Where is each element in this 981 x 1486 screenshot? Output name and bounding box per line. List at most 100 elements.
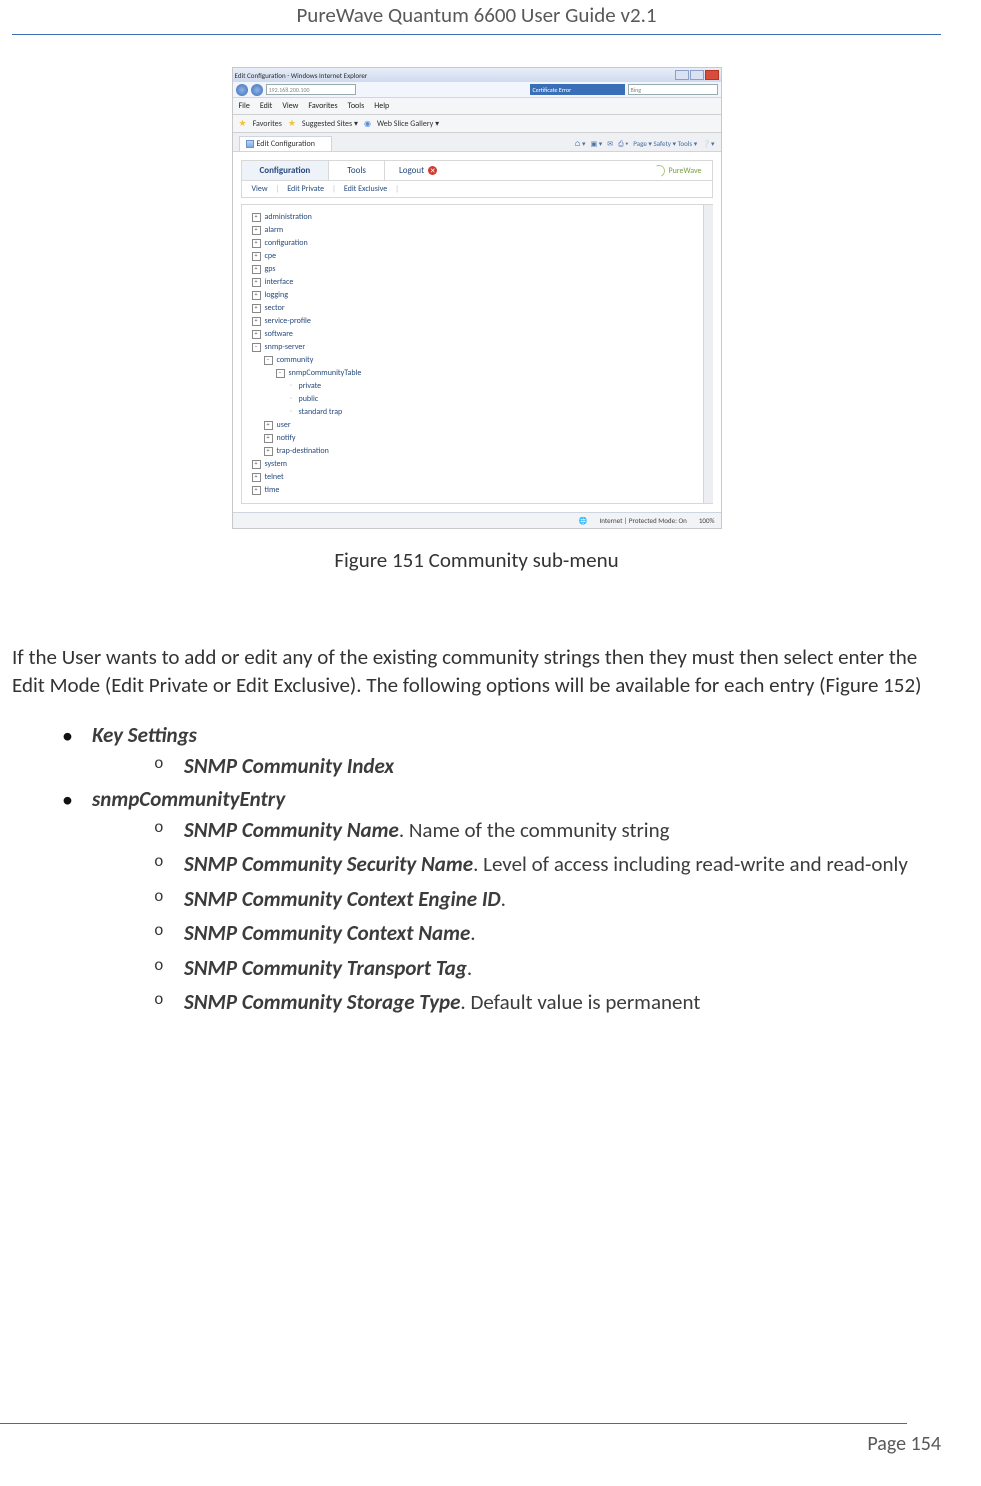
- mode-edit-exclusive[interactable]: Edit Exclusive: [344, 184, 387, 194]
- tree-time[interactable]: time: [252, 484, 708, 497]
- sub-transport-tag: SNMP Community Transport Tag.: [154, 954, 941, 983]
- print-icon[interactable]: ⎙ ▾: [618, 139, 628, 149]
- tree-administration[interactable]: administration: [252, 211, 708, 224]
- view-mode-bar: View| Edit Private| Edit Exclusive|: [241, 181, 713, 198]
- mail-icon[interactable]: ✉: [607, 139, 613, 148]
- menu-tools[interactable]: Tools: [348, 101, 365, 111]
- sub-storage-type: SNMP Community Storage Type. Default val…: [154, 988, 941, 1017]
- config-tree: administration alarm configuration cpe g…: [246, 211, 708, 497]
- footer-rule: [0, 1423, 907, 1424]
- webslice-link[interactable]: Web Slice Gallery ▾: [377, 119, 439, 129]
- mode-edit-private[interactable]: Edit Private: [287, 184, 324, 194]
- home-icon[interactable]: ⌂ ▾: [574, 139, 585, 148]
- menu-edit[interactable]: Edit: [260, 101, 273, 111]
- toolbar-text[interactable]: Page ▾ Safety ▾ Tools ▾: [633, 139, 697, 148]
- tree-logging[interactable]: logging: [252, 289, 708, 302]
- tree-snmpcommunitytable[interactable]: snmpCommunityTable private public standa…: [276, 367, 708, 419]
- community-index-term: SNMP Community Index: [184, 753, 394, 779]
- tree-telnet[interactable]: telnet: [252, 471, 708, 484]
- globe-icon: ◉: [364, 119, 371, 129]
- tree-system[interactable]: system: [252, 458, 708, 471]
- status-bar: 🌐 Internet | Protected Mode: On 100%: [233, 512, 721, 528]
- star-icon[interactable]: ★: [239, 118, 247, 129]
- tree-cpe[interactable]: cpe: [252, 250, 708, 263]
- window-buttons: [675, 70, 719, 80]
- cert-error-badge[interactable]: Certificate Error: [530, 84, 625, 95]
- tab-bar: Edit Configuration ⌂ ▾ ▣ ▾ ✉ ⎙ ▾ Page ▾ …: [233, 133, 721, 152]
- tree-gps[interactable]: gps: [252, 263, 708, 276]
- menu-view[interactable]: View: [282, 101, 298, 111]
- address-input[interactable]: 192.168.200.100: [266, 84, 356, 95]
- storage-type-desc: . Default value is permanent: [460, 989, 700, 1015]
- forward-icon[interactable]: [251, 84, 263, 96]
- options-list: Key Settings SNMP Community Index snmpCo…: [12, 722, 941, 1018]
- menubar: File Edit View Favorites Tools Help: [233, 98, 721, 115]
- sub-security-name: SNMP Community Security Name. Level of a…: [154, 850, 941, 879]
- maximize-button[interactable]: [690, 70, 704, 80]
- feed-icon[interactable]: ▣ ▾: [591, 139, 603, 148]
- address-row: 192.168.200.100 Certificate Error Bing: [233, 82, 721, 98]
- zoom-label[interactable]: 100%: [699, 516, 715, 525]
- tree-private[interactable]: private: [288, 380, 708, 393]
- mode-view[interactable]: View: [252, 184, 268, 194]
- search-input[interactable]: Bing: [628, 84, 718, 95]
- transport-tag-desc: .: [467, 955, 472, 981]
- tree-configuration[interactable]: configuration: [252, 237, 708, 250]
- figure-caption: Figure 151 Community sub-menu: [12, 547, 941, 573]
- header-rule: [12, 34, 941, 35]
- transport-tag-term: SNMP Community Transport Tag: [184, 955, 467, 981]
- sub-community-index: SNMP Community Index: [154, 752, 941, 781]
- tree-snmpcommunitytable-label: snmpCommunityTable: [289, 368, 362, 378]
- tree-snmp-server[interactable]: snmp-server community snmpCommunityTable…: [252, 341, 708, 458]
- window-title: Edit Configuration - Windows Internet Ex…: [235, 71, 368, 80]
- tree-notify[interactable]: notify: [264, 432, 708, 445]
- scrollbar[interactable]: [703, 205, 713, 503]
- tree-interface[interactable]: interface: [252, 276, 708, 289]
- app-tabbar: Configuration Tools Logout ✕ PureWave: [241, 160, 713, 181]
- tree-public[interactable]: public: [288, 393, 708, 406]
- tree-trap-destination[interactable]: trap-destination: [264, 445, 708, 458]
- menu-file[interactable]: File: [239, 101, 250, 111]
- storage-type-term: SNMP Community Storage Type: [184, 989, 460, 1015]
- menu-help[interactable]: Help: [374, 101, 389, 111]
- close-button[interactable]: [705, 70, 719, 80]
- context-engine-id-desc: .: [501, 886, 506, 912]
- page-number: Page 154: [867, 1432, 941, 1456]
- item-snmpcommunityentry: snmpCommunityEntry SNMP Community Name. …: [62, 786, 941, 1017]
- sub-community-name: SNMP Community Name. Name of the communi…: [154, 816, 941, 845]
- tree-alarm[interactable]: alarm: [252, 224, 708, 237]
- intro-paragraph: If the User wants to add or edit any of …: [12, 643, 941, 700]
- body-text: If the User wants to add or edit any of …: [12, 643, 941, 700]
- favorites-label[interactable]: Favorites: [253, 119, 282, 129]
- menu-favorites[interactable]: Favorites: [308, 101, 337, 111]
- tree-service-profile[interactable]: service-profile: [252, 315, 708, 328]
- suggested-sites-link[interactable]: Suggested Sites ▾: [302, 119, 358, 129]
- tree-snmp-server-label: snmp-server: [265, 342, 306, 352]
- community-name-desc: . Name of the community string: [399, 817, 670, 843]
- security-name-desc: . Level of access including read-write a…: [473, 851, 908, 877]
- tab-label: Edit Configuration: [257, 139, 315, 149]
- security-name-term: SNMP Community Security Name: [184, 851, 473, 877]
- tree-software[interactable]: software: [252, 328, 708, 341]
- context-name-term: SNMP Community Context Name: [184, 920, 470, 946]
- logout-button[interactable]: Logout ✕: [385, 161, 451, 180]
- tree-sector[interactable]: sector: [252, 302, 708, 315]
- context-engine-id-term: SNMP Community Context Engine ID: [184, 886, 501, 912]
- brand: PureWave: [643, 165, 711, 177]
- tree-standard-trap[interactable]: standard trap: [288, 406, 708, 419]
- snmpcommunityentry-heading: snmpCommunityEntry: [92, 786, 285, 812]
- tab-tools[interactable]: Tools: [329, 161, 385, 180]
- tab-configuration[interactable]: Configuration: [242, 161, 330, 180]
- help-icon[interactable]: ❔▾: [702, 139, 714, 148]
- doc-title: PureWave Quantum 6600 User Guide v2.1: [12, 2, 941, 28]
- page-header: PureWave Quantum 6600 User Guide v2.1: [12, 0, 941, 35]
- globe-small-icon: 🌐: [579, 516, 588, 525]
- ie-toolbar-icons: ⌂ ▾ ▣ ▾ ✉ ⎙ ▾ Page ▾ Safety ▾ Tools ▾ ❔▾: [574, 139, 714, 149]
- screenshot: Edit Configuration - Windows Internet Ex…: [232, 67, 722, 529]
- brand-icon: [652, 163, 667, 178]
- minimize-button[interactable]: [675, 70, 689, 80]
- browser-tab[interactable]: Edit Configuration: [239, 136, 332, 151]
- tree-user[interactable]: user: [264, 419, 708, 432]
- tree-community[interactable]: community snmpCommunityTable private pub…: [264, 354, 708, 419]
- back-icon[interactable]: [236, 84, 248, 96]
